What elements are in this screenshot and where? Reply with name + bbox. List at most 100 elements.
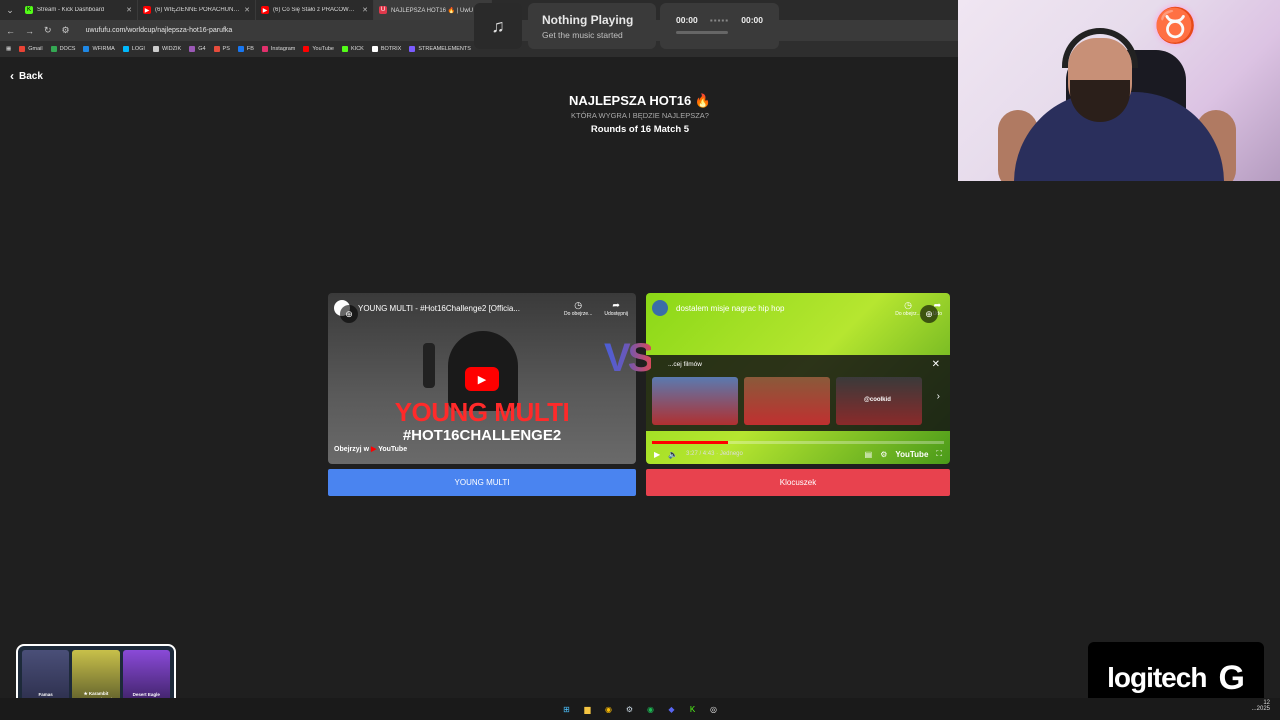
apps-grid-icon[interactable]: ▦ <box>6 46 11 52</box>
video-time: 3:27 / 4:43 · Jednego <box>686 451 743 457</box>
suggested-video-thumb[interactable]: @coolkid <box>836 377 922 425</box>
reload-icon[interactable]: ↻ <box>44 25 52 36</box>
bookmark-wfirma[interactable]: WFIRMA <box>83 46 115 52</box>
bookmark-widzik[interactable]: WIDZIK <box>152 46 181 52</box>
youtube-logo[interactable]: YouTube <box>895 450 928 459</box>
tab-close-icon[interactable]: ✕ <box>362 6 368 14</box>
chrome-icon[interactable]: ◉ <box>603 703 615 715</box>
clock-date: ...2025 <box>1251 706 1270 712</box>
spotify-icon[interactable]: ◉ <box>645 703 657 715</box>
clock-icon: ◷ <box>904 299 912 310</box>
wfirma-icon <box>83 46 90 52</box>
youtube-play-button[interactable]: ▶ <box>465 367 499 391</box>
watch-later-button[interactable]: ◷ Do obejrze... <box>564 300 592 317</box>
tab-youtube-2[interactable]: ▶ (6) Co Się Stało z PRACOWNIK... ✕ <box>256 0 374 20</box>
botrix-icon <box>371 46 378 52</box>
back-arrow-icon[interactable]: ← <box>6 26 15 36</box>
thumb-caption: @coolkid <box>864 397 891 403</box>
file-explorer-icon[interactable]: ▆ <box>582 703 594 715</box>
left-video-embed[interactable]: YOUNG MULTI - #Hot16Challenge2 [Officia.… <box>328 293 636 464</box>
youtube-label: YouTube <box>378 446 408 453</box>
waveform-icon: ▪▪▪▪▪ <box>709 15 730 25</box>
more-videos-title: ...cej filmów <box>668 361 702 368</box>
logitech-g-icon: G <box>1218 658 1245 697</box>
more-videos-popup: ...cej filmów ✕ @coolkid › <box>646 355 950 431</box>
suggested-video-thumb[interactable] <box>652 377 738 425</box>
tab-label: (6) WIĘZIENNE PORACHUNKI | <box>155 7 241 13</box>
bookmark-label: STREAMELEMENTS <box>418 46 471 52</box>
close-icon[interactable]: ✕ <box>932 359 940 370</box>
channel-avatar[interactable] <box>652 300 668 316</box>
video-progress-fill <box>652 441 728 444</box>
youtube-icon <box>303 46 310 52</box>
system-clock[interactable]: 12 ...2025 <box>1252 700 1270 712</box>
windows-start-icon[interactable]: ⊞ <box>561 703 573 715</box>
bookmark-gmail[interactable]: Gmail <box>19 46 43 52</box>
url-field[interactable]: uwufufu.com/worldcup/najlepsza-hot16-par… <box>86 27 233 34</box>
watch-later-button[interactable]: ◷ Do obejrz... <box>895 300 921 317</box>
tab-kick-dashboard[interactable]: K Stream - Kick Dashboard ✕ <box>20 0 138 20</box>
choose-left-button[interactable]: YOUNG MULTI <box>328 469 636 496</box>
video-progress-bar[interactable] <box>652 441 944 444</box>
music-note-icon: ♫ <box>474 3 522 49</box>
now-playing-subtitle: Get the music started <box>542 30 623 40</box>
subtitles-icon[interactable]: ▤ <box>865 450 873 459</box>
ps-icon <box>213 46 220 52</box>
bookmark-ps[interactable]: PS <box>213 46 230 52</box>
youtube-icon: ▶ <box>261 6 269 14</box>
obs-icon[interactable]: ◎ <box>708 703 720 715</box>
forward-arrow-icon[interactable]: → <box>25 26 34 36</box>
volume-icon[interactable]: 🔈 <box>668 450 678 459</box>
tab-close-icon[interactable]: ✕ <box>244 6 250 14</box>
bookmark-fb[interactable]: FB <box>237 46 254 52</box>
thumbnail-title: YOUNG MULTI <box>394 397 570 427</box>
youtube-icon: ▶ <box>370 446 377 453</box>
bookmark-kick[interactable]: KICK <box>342 46 364 52</box>
site-info-icon[interactable]: ⚙ <box>62 25 70 36</box>
watch-on-youtube-link[interactable]: Obejrzyj w ▶ YouTube <box>334 445 407 453</box>
choose-right-button[interactable]: Klocuszek <box>646 469 950 496</box>
video-header: YOUNG MULTI - #Hot16Challenge2 [Officia.… <box>328 293 636 323</box>
video-title[interactable]: dostalem misje nagrac hip hop <box>676 304 887 313</box>
settings-gear-icon[interactable]: ⚙ <box>880 450 887 459</box>
steam-icon[interactable]: ⚙ <box>624 703 636 715</box>
neon-bull-sign: ♉ <box>1154 7 1197 45</box>
music-time-start: 00:00 <box>676 15 698 25</box>
play-icon[interactable]: ▶ <box>654 450 660 459</box>
tab-youtube-1[interactable]: ▶ (6) WIĘZIENNE PORACHUNKI | ✕ <box>138 0 256 20</box>
video-header: dostalem misje nagrac hip hop ◷ Do obejrz… <box>646 293 950 323</box>
bookmark-label: LOGI <box>131 46 145 52</box>
suggested-video-thumb[interactable] <box>744 377 830 425</box>
fullscreen-icon[interactable]: ⛶ <box>936 449 942 459</box>
now-playing-title: Nothing Playing <box>542 13 634 27</box>
widzik-icon <box>152 46 159 52</box>
kick-icon: K <box>25 6 33 14</box>
chevron-right-icon[interactable]: › <box>937 391 940 402</box>
headphones <box>1062 28 1138 68</box>
bookmark-label: YouTube <box>312 46 334 52</box>
zoom-in-icon[interactable]: ⊕ <box>920 305 938 323</box>
bookmark-docs[interactable]: DOCS <box>50 46 75 52</box>
tab-list-chevron-icon[interactable]: ⌄ <box>0 0 20 20</box>
kick-icon[interactable]: K <box>687 703 699 715</box>
bookmark-instagram[interactable]: Instagram <box>261 46 295 52</box>
streamelements-icon <box>409 46 416 52</box>
bookmark-youtube[interactable]: YouTube <box>303 46 334 52</box>
zoom-in-icon[interactable]: ⊕ <box>340 305 358 323</box>
share-label: Udostępnij <box>604 310 628 317</box>
bookmark-logi[interactable]: LOGI <box>122 46 145 52</box>
bookmark-label: PS <box>222 46 230 52</box>
back-button[interactable]: ‹ Back <box>10 69 43 83</box>
bookmark-label: BOTRIX <box>380 46 402 52</box>
music-progress-panel: 00:00 ▪▪▪▪▪ 00:00 <box>660 3 779 49</box>
bookmark-label: FB <box>246 46 254 52</box>
video-title[interactable]: YOUNG MULTI - #Hot16Challenge2 [Officia.… <box>358 304 556 313</box>
bookmark-label: Gmail <box>28 46 43 52</box>
right-video-embed[interactable]: dostalem misje nagrac hip hop ◷ Do obejrz… <box>646 293 950 464</box>
share-button[interactable]: ➦ Udostępnij <box>604 300 628 317</box>
bookmark-streamelements[interactable]: STREAMELEMENTS <box>409 46 471 52</box>
discord-icon[interactable]: ◆ <box>666 703 678 715</box>
bookmark-botrix[interactable]: BOTRIX <box>371 46 402 52</box>
bookmark-g4[interactable]: G4 <box>189 46 206 52</box>
tab-close-icon[interactable]: ✕ <box>126 6 132 14</box>
